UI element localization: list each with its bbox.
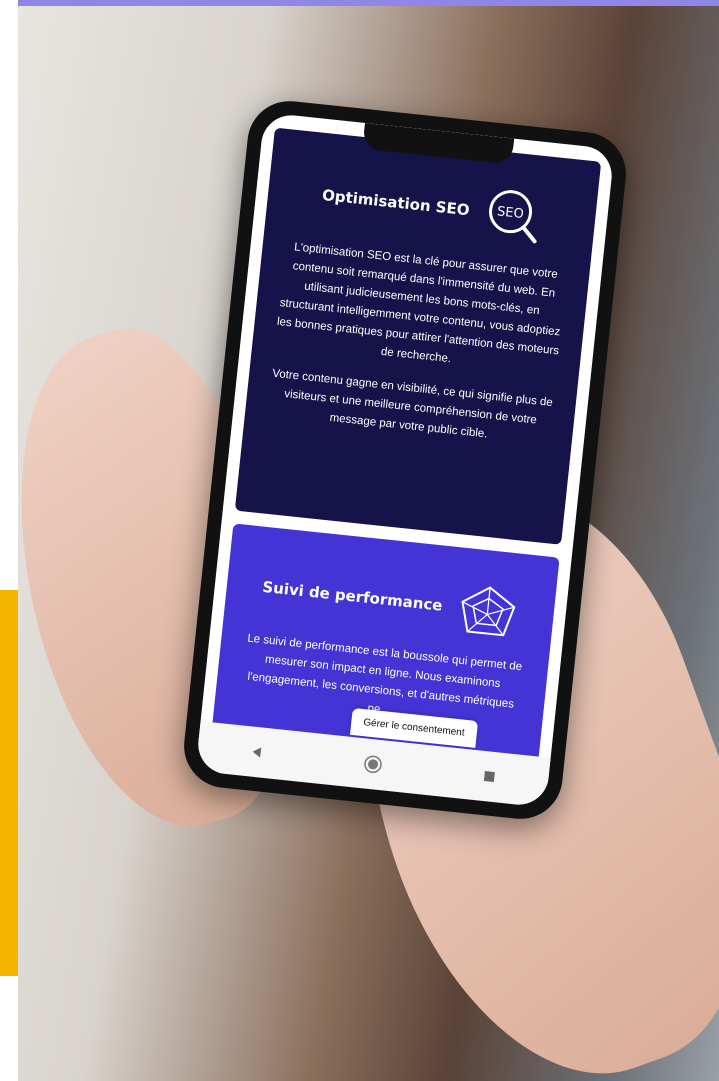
seo-card-title: Optimisation SEO bbox=[321, 185, 471, 220]
phone-frame: Optimisation SEO SEO L'optimisation SEO … bbox=[179, 97, 631, 823]
seo-card: Optimisation SEO SEO L'optimisation SEO … bbox=[234, 127, 602, 545]
top-accent-bar bbox=[0, 0, 719, 6]
recent-apps-icon[interactable] bbox=[476, 763, 502, 789]
phone-screen: Optimisation SEO SEO L'optimisation SEO … bbox=[195, 112, 615, 808]
left-yellow-strip bbox=[0, 590, 18, 976]
seo-icon-label: SEO bbox=[496, 204, 524, 222]
performance-card-title: Suivi de performance bbox=[261, 577, 444, 615]
performance-card-header: Suivi de performance bbox=[224, 523, 559, 643]
seo-paragraph-1: L'optimisation SEO est la clé pour assur… bbox=[276, 241, 561, 366]
seo-magnifier-icon: SEO bbox=[489, 190, 537, 244]
photo-scene: Optimisation SEO SEO L'optimisation SEO … bbox=[0, 0, 719, 1081]
back-icon[interactable] bbox=[243, 739, 269, 765]
radar-chart-icon bbox=[461, 586, 516, 637]
home-icon[interactable] bbox=[360, 751, 386, 777]
smartphone: Optimisation SEO SEO L'optimisation SEO … bbox=[179, 97, 631, 823]
